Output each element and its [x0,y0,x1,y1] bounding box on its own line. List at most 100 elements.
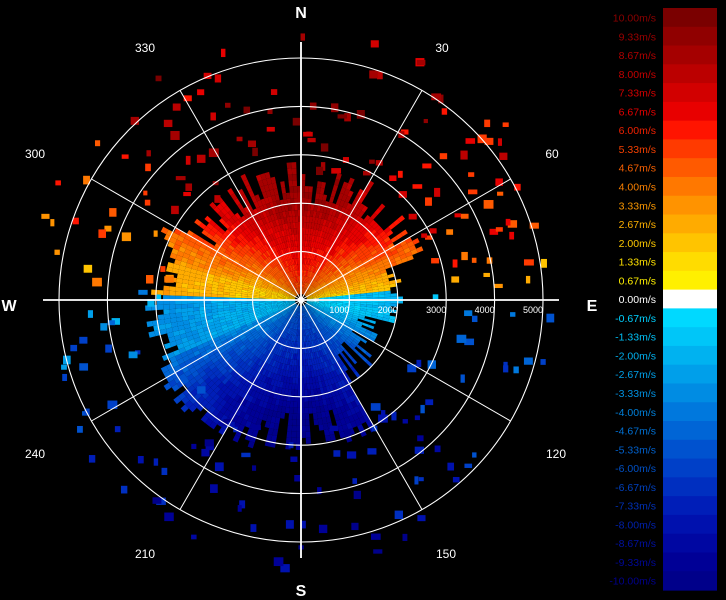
velocity-echo [77,425,83,433]
velocity-echo [431,258,440,264]
velocity-cell [175,312,183,318]
velocity-echo [503,361,508,370]
velocity-echo [369,159,375,164]
velocity-echo [70,344,78,352]
velocity-cell [175,308,182,314]
velocity-cell [296,234,299,241]
velocity-cell [308,401,313,408]
velocity-echo [121,232,132,242]
velocity-echo [422,163,432,169]
velocity-cell [211,290,218,295]
velocity-cell [291,431,297,438]
velocity-echo [351,522,359,531]
legend-swatch [663,139,717,159]
velocity-echo [421,233,428,238]
velocity-echo [171,205,179,215]
velocity-cell [308,186,313,193]
velocity-echo [525,275,531,284]
velocity-cell [303,210,308,217]
velocity-echo [220,48,226,58]
velocity-cell [223,294,230,298]
velocity-cell [288,413,294,420]
velocity-echo [370,403,381,411]
velocity-cell [304,204,308,211]
velocity-cell [308,407,313,414]
velocity-cell [175,304,182,309]
velocity-echo [307,137,316,143]
velocity-echo [105,344,112,353]
velocity-echo [79,363,89,371]
velocity-echo [451,276,460,283]
velocity-cell [390,293,397,297]
legend-label: 9.33m/s [619,31,656,43]
velocity-cell [181,291,188,297]
velocity-echo [333,450,341,457]
velocity-cell [292,180,298,187]
velocity-cell [187,303,194,308]
bearing-label-240: 240 [25,447,45,461]
velocity-cell [294,389,298,396]
velocity-echo [197,386,206,394]
legend-swatch [663,158,717,178]
velocity-echo [352,478,358,484]
velocity-cell [292,413,298,420]
velocity-echo [472,452,477,458]
velocity-cell [157,304,164,311]
velocity-cell [169,290,176,296]
radar-plot: 1000 2000 3000 4000 5000 N S E W 30 60 120 1… [0,0,726,600]
velocity-echo [214,74,222,83]
velocity-cell [193,288,200,293]
velocity-echo [153,230,158,237]
velocity-cell [303,359,306,366]
velocity-cell [303,234,306,241]
velocity-cell [295,377,299,384]
velocity-echo [546,313,555,323]
velocity-echo [210,112,216,121]
legend-swatch [663,195,717,216]
bearing-label-300: 300 [25,147,45,161]
velocity-echo [510,312,516,317]
velocity-echo [461,251,468,261]
velocity-echo [471,257,477,263]
velocity-echo [320,143,329,152]
velocity-echo [87,310,93,318]
velocity-echo [197,89,205,96]
legend-swatch [663,26,717,47]
velocity-echo [408,213,417,220]
legend-swatch [663,421,717,441]
velocity-echo [160,266,166,272]
legend-swatch [663,233,717,253]
velocity-cell [181,287,188,293]
velocity-echo [201,448,210,457]
velocity-echo [353,490,361,500]
velocity-cell [303,377,307,384]
velocity-cell [217,294,224,298]
velocity-cell [307,389,312,396]
velocity-echo [316,166,324,176]
velocity-echo [420,404,425,414]
velocity-echo [397,170,403,178]
velocity-echo [513,366,519,374]
velocity-echo [416,59,426,66]
velocity-cell [303,365,307,372]
legend-swatch [663,458,717,478]
legend-swatch [663,364,717,385]
velocity-cell [211,293,218,298]
range-label: 2000 [378,305,398,315]
velocity-cell [292,174,297,181]
velocity-cell [181,311,189,317]
velocity-cell [360,302,367,305]
velocity-cell [303,371,307,378]
velocity-echo [427,360,436,369]
legend-label: -8.00m/s [615,519,656,531]
velocity-echo [250,524,257,532]
velocity-echo [79,336,88,344]
range-label: 4000 [475,305,495,315]
velocity-cell [291,210,296,217]
legend-label: 2.67m/s [619,219,656,231]
legend-swatch [663,214,717,234]
velocity-echo [185,155,191,165]
velocity-echo [460,150,468,160]
velocity-echo [497,138,502,146]
velocity-echo [418,477,424,482]
